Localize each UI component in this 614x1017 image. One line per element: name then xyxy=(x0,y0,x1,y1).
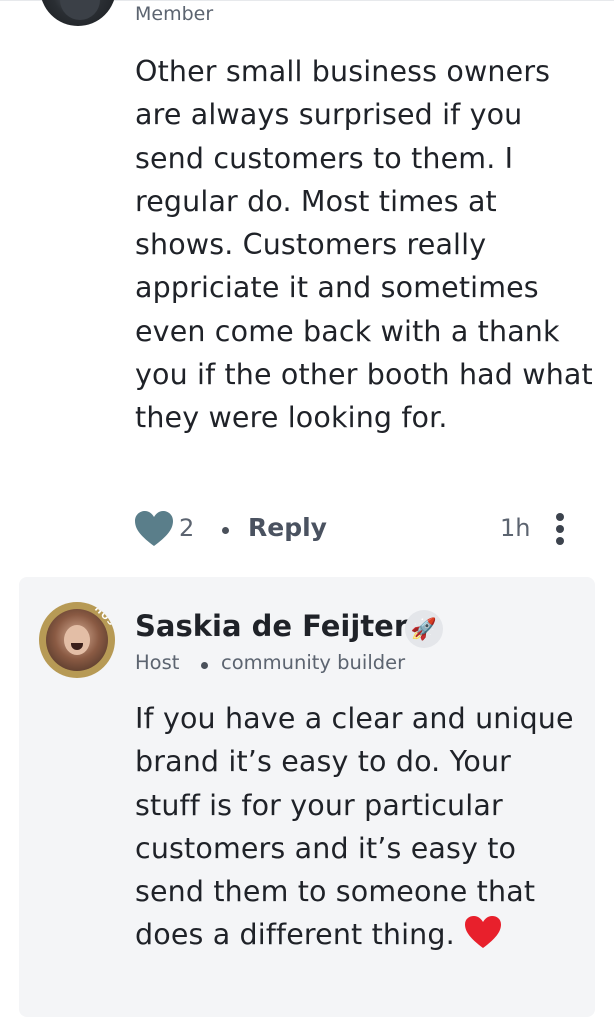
separator-dot xyxy=(222,527,229,534)
separator-dot xyxy=(201,662,208,669)
more-options-icon[interactable] xyxy=(552,510,568,548)
avatar[interactable] xyxy=(40,0,116,26)
timestamp: 1h xyxy=(500,514,531,542)
reply-button[interactable]: Reply xyxy=(248,513,327,542)
author-role: Member xyxy=(135,3,214,25)
author-role: Host xyxy=(135,651,180,674)
comment-text: If you have a clear and unique brand it’… xyxy=(135,702,574,952)
comment-actions: 2 Reply 1h xyxy=(0,506,614,554)
like-count: 2 xyxy=(179,514,195,542)
author-subtitle: community builder xyxy=(221,651,406,674)
heart-icon xyxy=(135,511,173,546)
rocket-icon: 🚀 xyxy=(405,610,443,648)
red-heart-emoji xyxy=(464,916,501,949)
like-button[interactable] xyxy=(133,509,175,549)
comment-body: Other small business owners are always s… xyxy=(135,55,593,435)
avatar[interactable]: HOST xyxy=(39,602,115,678)
author-name[interactable]: Saskia de Feijter xyxy=(135,609,408,643)
comment-body: If you have a clear and unique brand it’… xyxy=(135,697,585,957)
